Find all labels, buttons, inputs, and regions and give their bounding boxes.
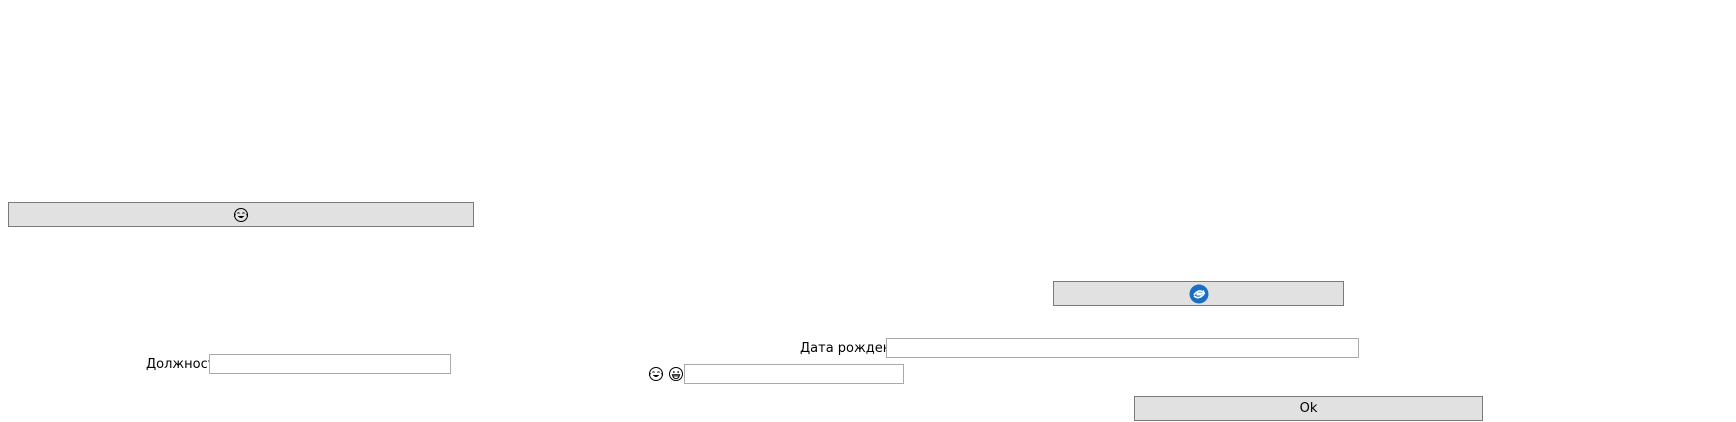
- face-with-tears-of-joy-icon: [233, 207, 249, 223]
- blue-rotate-logo-icon: [1189, 284, 1209, 304]
- logo-button[interactable]: [1053, 281, 1344, 306]
- face-with-tears-of-joy-icon: [648, 366, 664, 382]
- top-emoji-button[interactable]: [8, 202, 474, 227]
- ok-button-label: Ok: [1299, 401, 1318, 416]
- grinning-face-icon: [668, 366, 684, 382]
- emoji-input[interactable]: [684, 364, 904, 384]
- birthdate-input[interactable]: [886, 338, 1359, 358]
- ok-button[interactable]: Ok: [1134, 396, 1483, 421]
- position-input[interactable]: [209, 354, 451, 374]
